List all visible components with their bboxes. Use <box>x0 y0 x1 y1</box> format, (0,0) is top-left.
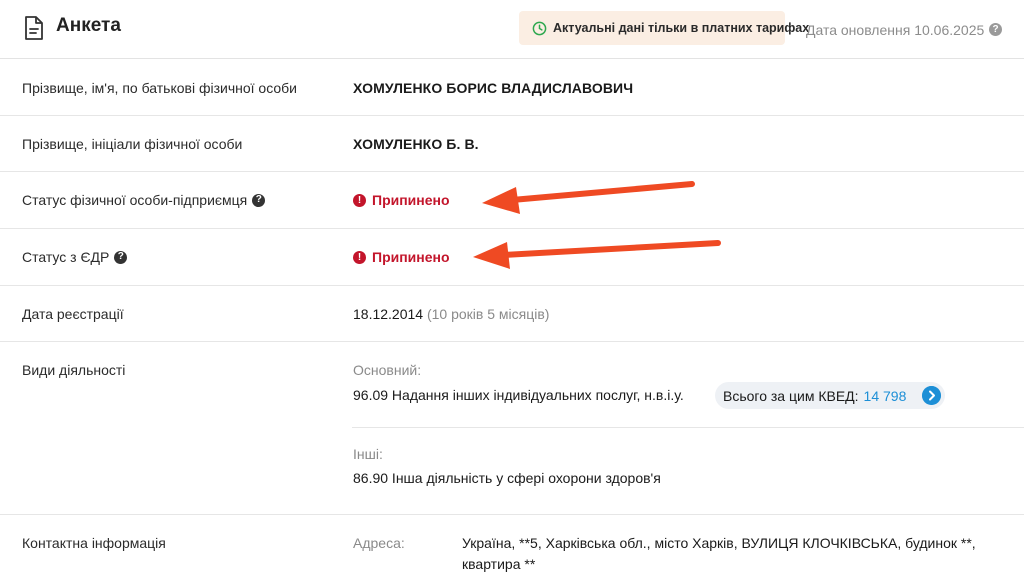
clock-icon <box>532 21 547 35</box>
activities-divider <box>352 427 1024 428</box>
exclamation-circle-icon: ! <box>353 193 366 207</box>
page-header: Анкета Актуальні дані тільки в платних т… <box>0 0 1024 59</box>
update-date-text: Дата оновлення 10.06.2025 <box>806 22 985 38</box>
edr-status-label: Статус з ЄДР? <box>22 249 128 265</box>
red-arrow <box>482 181 695 214</box>
fop-status-label-text: Статус фізичної особи-підприємця <box>22 192 248 208</box>
initials-value: ХОМУЛЕНКО Б. В. <box>353 136 479 152</box>
activities-label: Види діяльності <box>22 362 126 378</box>
other-activity-label: Інші: <box>353 446 383 462</box>
kved-total-button[interactable]: Всього за цим КВЕД: 14 798 <box>715 382 945 409</box>
initials-label: Прізвище, ініціали фізичної особи <box>22 136 243 152</box>
row-divider <box>0 171 1024 172</box>
registration-age: (10 років 5 місяців) <box>426 306 550 322</box>
document-icon <box>25 16 43 40</box>
question-circle-icon[interactable]: ? <box>989 23 1002 36</box>
full-name-label: Прізвище, ім'я, по батькові фізичної осо… <box>22 80 298 96</box>
edr-status-label-text: Статус з ЄДР <box>22 249 110 265</box>
kved-total-count: 14 798 <box>863 387 907 404</box>
row-divider <box>0 514 1024 515</box>
red-arrow <box>473 240 721 269</box>
address-value: Україна, **5, Харківська обл., місто Хар… <box>462 535 976 572</box>
question-circle-icon[interactable]: ? <box>252 193 266 207</box>
row-divider <box>0 285 1024 286</box>
contacts-label: Контактна інформація <box>22 535 166 551</box>
paid-plans-banner[interactable]: Актуальні дані тільки в платних тарифах <box>519 11 809 45</box>
anketa-page: Анкета Актуальні дані тільки в платних т… <box>0 0 1024 586</box>
row-divider <box>0 341 1024 342</box>
edr-status-value: ! Припинено <box>353 249 450 265</box>
registration-date: 18.12.2014 <box>353 306 424 322</box>
registration-date-value: 18.12.2014 (10 років 5 місяців) <box>353 306 549 322</box>
other-activity-value: 86.90 Інша діяльність у сфері охорони зд… <box>353 470 661 486</box>
page-title: Анкета <box>56 15 121 36</box>
update-date: Дата оновлення 10.06.2025 ? <box>806 22 1002 38</box>
chevron-right-circle-icon <box>922 386 941 405</box>
fop-status-label: Статус фізичної особи-підприємця? <box>22 192 266 208</box>
fop-status-value: ! Припинено <box>353 192 450 208</box>
main-activity-value: 96.09 Надання інших індивідуальних послу… <box>353 387 684 403</box>
full-name-value: ХОМУЛЕНКО БОРИС ВЛАДИСЛАВОВИЧ <box>353 80 634 96</box>
kved-total-label: Всього за цим КВЕД: <box>723 387 859 404</box>
paid-plans-text: Актуальні дані тільки в платних тарифах <box>553 21 810 35</box>
edr-status-text: Припинено <box>372 249 450 265</box>
main-activity-label: Основний: <box>353 362 422 378</box>
fop-status-text: Припинено <box>372 192 450 208</box>
row-divider <box>0 228 1024 229</box>
question-circle-icon[interactable]: ? <box>114 250 128 264</box>
address-label: Адреса: <box>353 535 405 551</box>
row-divider <box>0 115 1024 116</box>
exclamation-circle-icon: ! <box>353 250 366 264</box>
registration-date-label: Дата реєстрації <box>22 306 124 322</box>
